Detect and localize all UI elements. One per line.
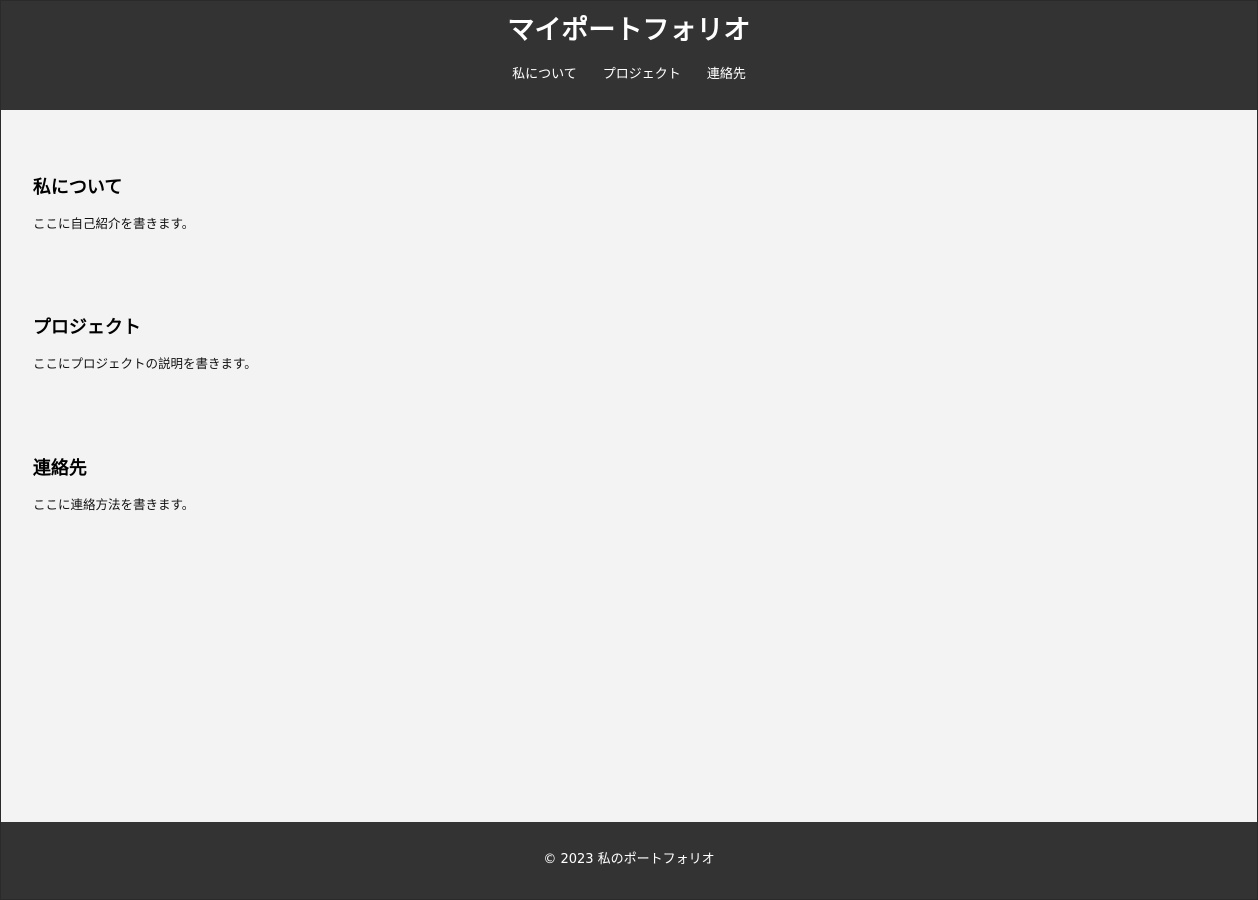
site-header: マイポートフォリオ 私について プロジェクト 連絡先 bbox=[1, 1, 1257, 110]
nav-link-about[interactable]: 私について bbox=[512, 65, 577, 85]
site-title: マイポートフォリオ bbox=[507, 15, 751, 46]
contact-text: ここに連絡方法を書きます。 bbox=[33, 497, 195, 512]
nav-link-contact[interactable]: 連絡先 bbox=[707, 65, 746, 85]
site-footer: © 2023 私のポートフォリオ bbox=[1, 822, 1257, 899]
contact-section: 連絡先 ここに連絡方法を書きます。 bbox=[33, 456, 194, 514]
projects-section: プロジェクト ここにプロジェクトの説明を書きます。 bbox=[33, 315, 257, 373]
about-heading: 私について bbox=[33, 177, 123, 198]
copyright-text: © 2023 私のポートフォリオ bbox=[543, 852, 715, 867]
contact-heading: 連絡先 bbox=[33, 458, 87, 479]
nav-link-projects[interactable]: プロジェクト bbox=[603, 65, 681, 85]
about-section: 私について ここに自己紹介を書きます。 bbox=[33, 175, 194, 233]
projects-text: ここにプロジェクトの説明を書きます。 bbox=[33, 356, 257, 371]
about-text: ここに自己紹介を書きます。 bbox=[33, 216, 195, 231]
projects-heading: プロジェクト bbox=[33, 317, 141, 338]
main-nav: 私について プロジェクト 連絡先 bbox=[1, 65, 1257, 85]
